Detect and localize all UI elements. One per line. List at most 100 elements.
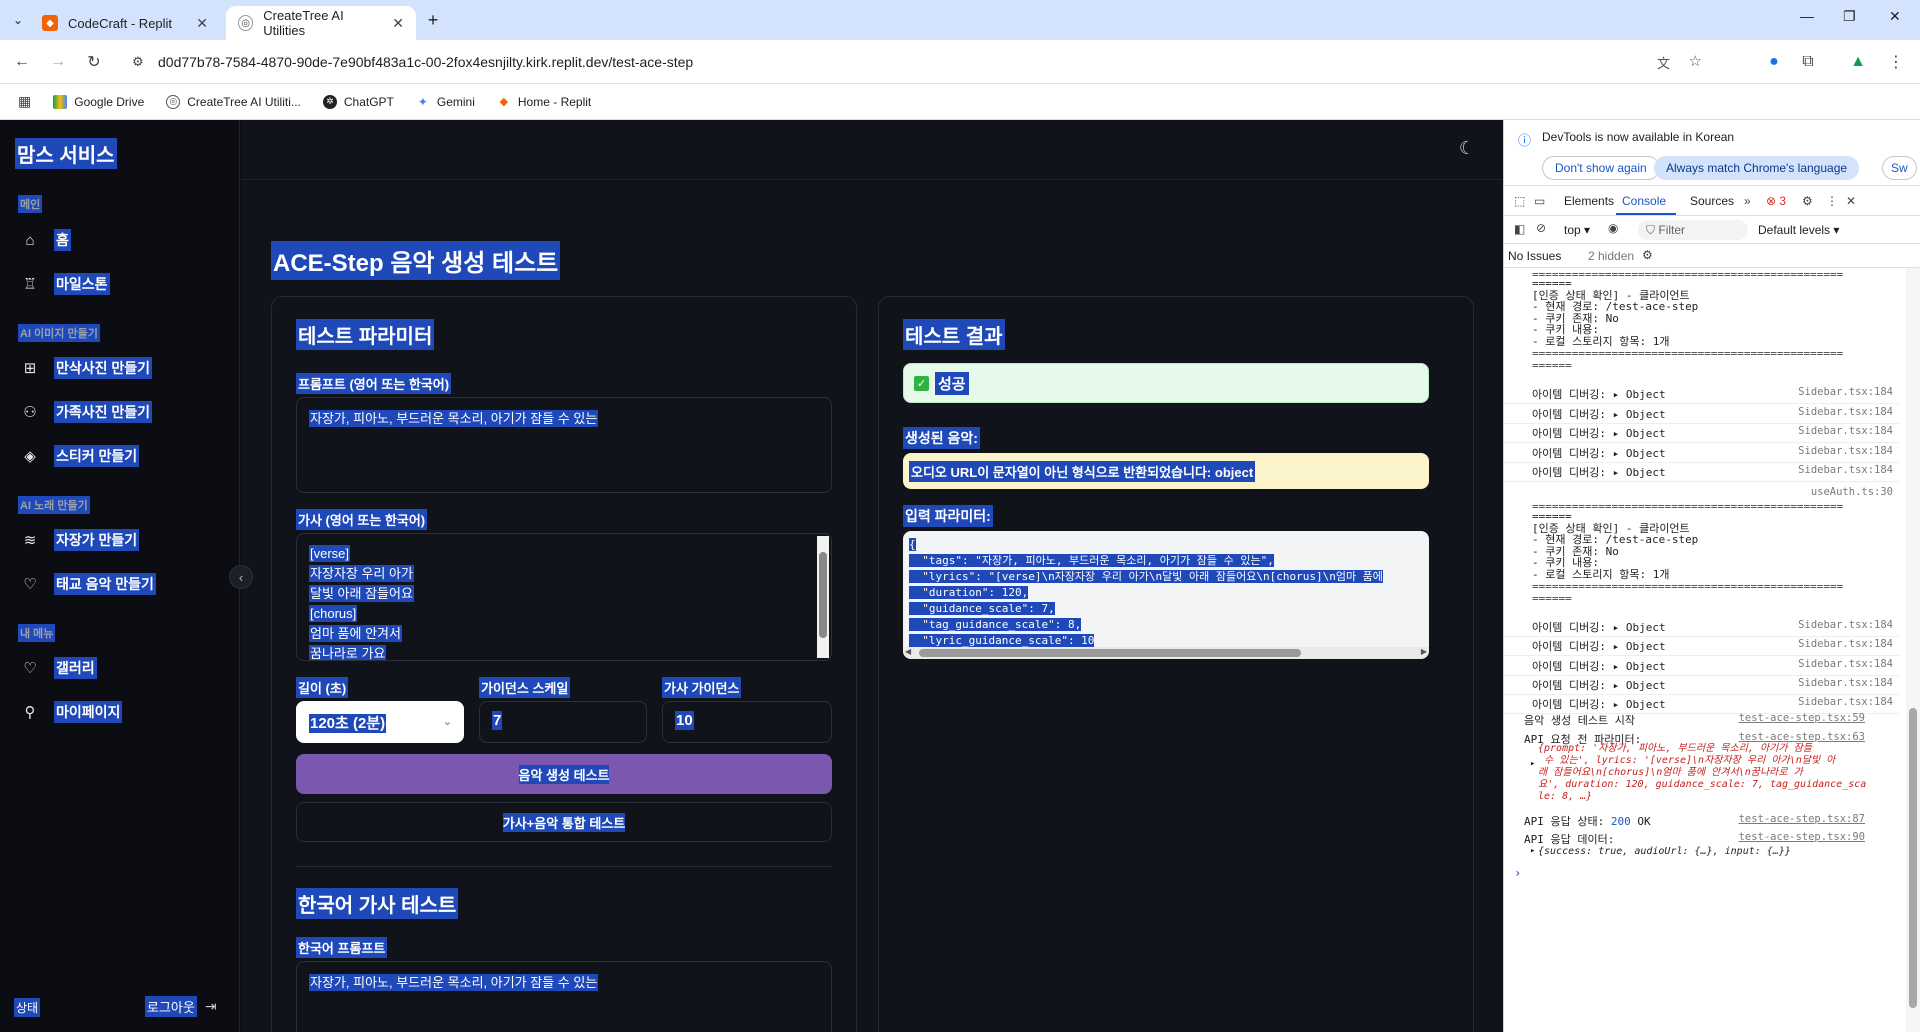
source-link[interactable]: Sidebar.tsx:184 xyxy=(1798,406,1893,418)
prompt-textarea[interactable]: 자장가, 피아노, 부드러운 목소리, 아기가 잠들 수 있는 xyxy=(296,397,832,493)
bookmark-chatgpt[interactable]: ✲ ChatGPT xyxy=(322,94,394,109)
combined-test-button[interactable]: 가사+음악 통합 테스트 xyxy=(296,802,832,842)
hidden-count[interactable]: 2 hidden xyxy=(1588,249,1634,263)
match-language-button[interactable]: Always match Chrome's language xyxy=(1654,156,1860,180)
expand-triangle-icon[interactable]: ▸ xyxy=(1530,846,1535,856)
back-icon[interactable]: ← xyxy=(10,50,34,74)
duration-select[interactable]: 120초 (2분) ⌄ xyxy=(296,701,464,743)
tab-search-icon[interactable]: ⌄ xyxy=(6,8,30,32)
inspect-icon[interactable]: ⬚ xyxy=(1514,194,1525,208)
source-link[interactable]: test-ace-step.tsx:87 xyxy=(1739,813,1865,825)
translate-icon[interactable]: ⽂ xyxy=(1657,53,1670,72)
apps-grid-icon[interactable]: ▦ xyxy=(18,93,31,110)
forward-icon[interactable]: → xyxy=(46,50,70,74)
menu-icon[interactable]: ⋮ xyxy=(1884,50,1908,74)
sidebar-item-home[interactable]: ⌂ 홈 xyxy=(20,226,71,254)
profile-icon[interactable]: ▲ xyxy=(1846,50,1870,74)
sidebar-collapse-button[interactable]: ‹ xyxy=(229,565,253,589)
lyrics-scrollbar[interactable] xyxy=(817,536,829,658)
bookmark-replit[interactable]: ◆ Home - Replit xyxy=(497,95,592,109)
more-tabs-icon[interactable]: » xyxy=(1744,194,1751,208)
close-icon[interactable]: ✕ xyxy=(392,15,404,32)
console-scrollbar[interactable] xyxy=(1906,268,1920,1032)
switch-language-button[interactable]: Sw xyxy=(1882,156,1917,180)
window-close-icon[interactable]: ✕ xyxy=(1889,8,1901,25)
korean-prompt-textarea[interactable]: 자장가, 피아노, 부드러운 목소리, 아기가 잠들 수 있는 xyxy=(296,961,832,1032)
guidance-input[interactable]: 7 xyxy=(479,701,647,743)
scroll-thumb[interactable] xyxy=(1909,708,1917,1008)
theme-toggle-moon-icon[interactable]: ☾ xyxy=(1459,138,1475,159)
tab-console[interactable]: Console xyxy=(1622,194,1666,208)
source-link[interactable]: useAuth.ts:30 xyxy=(1811,486,1893,498)
source-link[interactable]: Sidebar.tsx:184 xyxy=(1798,464,1893,476)
source-link[interactable]: Sidebar.tsx:184 xyxy=(1798,425,1893,437)
puzzle-icon[interactable]: ⧉ xyxy=(1796,50,1820,74)
source-link[interactable]: test-ace-step.tsx:63 xyxy=(1739,731,1865,743)
sidebar-item-milestone[interactable]: ♖ 마일스톤 xyxy=(20,270,110,298)
console-row[interactable]: 아이템 디버깅: ▸ Object Sidebar.tsx:184 xyxy=(1504,458,1899,482)
source-link[interactable]: Sidebar.tsx:184 xyxy=(1798,677,1893,689)
sidebar-item-prenatal-music[interactable]: ♡ 태교 음악 만들기 xyxy=(20,570,156,598)
sidebar-item-sticker[interactable]: ◈ 스티커 만들기 xyxy=(20,442,140,470)
scroll-left-icon[interactable]: ◀ xyxy=(905,647,911,656)
clear-console-icon[interactable]: ⊘ xyxy=(1536,221,1546,235)
source-link[interactable]: Sidebar.tsx:184 xyxy=(1798,619,1893,631)
expand-triangle-icon[interactable]: ▸ xyxy=(1530,759,1535,769)
chevron-down-icon: ⌄ xyxy=(442,716,452,728)
sidebar-item-family-photo[interactable]: ⚇ 가족사진 만들기 xyxy=(20,398,153,426)
error-badge[interactable]: ⊗ 3 xyxy=(1766,194,1786,208)
tab-codecraft[interactable]: ◆ CodeCraft - Replit ✕ xyxy=(30,6,220,40)
lyrics-textarea[interactable]: [verse] 자장자장 우리 아가 달빛 아래 잠들어요 [chorus] 엄… xyxy=(296,533,832,661)
bookmark-createtree[interactable]: ◎ CreateTree AI Utiliti... xyxy=(166,94,301,109)
source-link[interactable]: Sidebar.tsx:184 xyxy=(1798,638,1893,650)
object-label[interactable]: Object xyxy=(1626,466,1666,479)
logout-button[interactable]: 로그아웃 ⇥ xyxy=(145,996,217,1017)
sidebar-item-mypage[interactable]: ⚲ 마이페이지 xyxy=(20,698,123,726)
lyric-guidance-input[interactable]: 10 xyxy=(662,701,832,743)
reload-icon[interactable]: ↻ xyxy=(82,50,106,74)
source-link[interactable]: Sidebar.tsx:184 xyxy=(1798,658,1893,670)
device-toolbar-icon[interactable]: ▭ xyxy=(1534,194,1545,208)
minimize-icon[interactable]: — xyxy=(1800,8,1814,24)
settings-gear-icon[interactable]: ⚙ xyxy=(1642,248,1653,262)
sidebar-item-gallery[interactable]: ♡ 갤러리 xyxy=(20,654,97,682)
tab-elements[interactable]: Elements xyxy=(1564,194,1614,208)
scroll-right-icon[interactable]: ▶ xyxy=(1421,647,1427,656)
brand-title[interactable]: 맘스 서비스 xyxy=(15,138,117,169)
source-link[interactable]: test-ace-step.tsx:59 xyxy=(1739,712,1865,724)
new-tab-icon[interactable]: + xyxy=(421,8,445,32)
tab-createtree[interactable]: ◎ CreateTree AI Utilities ✕ xyxy=(226,6,416,40)
source-link[interactable]: Sidebar.tsx:184 xyxy=(1798,696,1893,708)
more-options-icon[interactable]: ⋮ xyxy=(1826,194,1838,208)
log-levels-select[interactable]: Default levels ▾ xyxy=(1758,223,1839,237)
extension-icon[interactable]: ● xyxy=(1762,50,1786,74)
restore-icon[interactable]: ❐ xyxy=(1843,8,1856,25)
generate-music-button[interactable]: 음악 생성 테스트 xyxy=(296,754,832,794)
site-info-icon[interactable]: ⚙ xyxy=(132,54,144,70)
context-select[interactable]: top ▾ xyxy=(1564,223,1590,237)
issues-text[interactable]: No Issues xyxy=(1508,249,1561,263)
source-link[interactable]: test-ace-step.tsx:90 xyxy=(1739,831,1865,843)
sidebar-toggle-icon[interactable]: ◧ xyxy=(1514,222,1525,236)
scroll-thumb[interactable] xyxy=(919,649,1301,657)
tab-sources[interactable]: Sources xyxy=(1690,194,1734,208)
bookmark-star-icon[interactable]: ☆ xyxy=(1689,52,1702,70)
eye-icon[interactable]: ◉ xyxy=(1608,221,1618,235)
console-prompt-icon[interactable]: › xyxy=(1514,866,1521,880)
code-h-scrollbar[interactable]: ◀ ▶ xyxy=(903,647,1429,659)
source-link[interactable]: Sidebar.tsx:184 xyxy=(1798,386,1893,398)
settings-gear-icon[interactable]: ⚙ xyxy=(1802,194,1813,208)
bookmark-gemini[interactable]: ✦ Gemini xyxy=(416,95,475,109)
response-object[interactable]: {success: true, audioUrl: {…}, input: {…… xyxy=(1538,846,1791,857)
request-object[interactable]: {prompt: '자장가, 피아노, 부드러운 목소리, 아기가 잠들 수 있… xyxy=(1538,743,1866,803)
bookmark-google-drive[interactable]: Google Drive xyxy=(53,94,144,109)
sidebar-item-lullaby[interactable]: ≋ 자장가 만들기 xyxy=(20,526,140,554)
console-filter-input[interactable]: ⛉ Filter xyxy=(1638,220,1748,240)
source-link[interactable]: Sidebar.tsx:184 xyxy=(1798,445,1893,457)
close-devtools-icon[interactable]: ✕ xyxy=(1846,194,1856,208)
url-bar[interactable]: ⚙ d0d77b78-7584-4870-90de-7e90bf483a1c-0… xyxy=(122,46,1720,78)
sidebar-item-maternity-photo[interactable]: ⊞ 만삭사진 만들기 xyxy=(20,354,153,382)
close-icon[interactable]: ✕ xyxy=(196,15,208,32)
scroll-thumb[interactable] xyxy=(819,552,827,638)
dont-show-again-button[interactable]: Don't show again xyxy=(1542,156,1660,180)
